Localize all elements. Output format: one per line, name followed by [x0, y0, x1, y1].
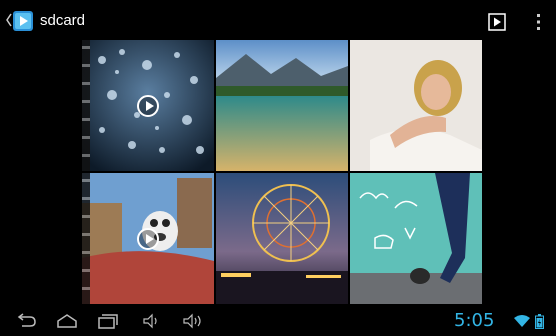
back-icon[interactable] [14, 312, 38, 330]
doodle-wall-thumbnail [350, 173, 482, 304]
battery-icon [535, 314, 544, 329]
system-navigation-bar: 5:05 [0, 306, 556, 336]
gallery-item-cartoon-bear[interactable] [82, 173, 214, 304]
home-icon[interactable] [55, 312, 79, 330]
recent-apps-icon[interactable] [96, 312, 120, 330]
woman-portrait-thumbnail [350, 40, 482, 171]
volume-up-icon[interactable] [180, 312, 204, 330]
overflow-menu-icon[interactable] [533, 12, 543, 32]
gallery-icon[interactable] [12, 10, 34, 32]
gallery-item-mountain-lake[interactable] [216, 40, 348, 171]
gallery-item-doodle-wall[interactable] [350, 173, 482, 304]
slideshow-icon[interactable] [488, 13, 506, 31]
gallery-item-woman-portrait[interactable] [350, 40, 482, 171]
mountain-lake-thumbnail [216, 40, 348, 171]
gallery-item-ferris-wheel[interactable] [216, 173, 348, 304]
play-icon[interactable] [137, 95, 159, 117]
wifi-icon [514, 315, 530, 327]
play-icon[interactable] [137, 228, 159, 250]
volume-down-icon[interactable] [140, 312, 164, 330]
page-title: sdcard [40, 12, 86, 29]
gallery-item-water-droplets[interactable] [82, 40, 214, 171]
status-clock[interactable]: 5:05 [454, 310, 494, 332]
film-strip-decoration [82, 173, 90, 304]
ferris-wheel-thumbnail [216, 173, 348, 304]
media-grid [82, 40, 482, 306]
action-bar: sdcard [0, 0, 556, 40]
film-strip-decoration [82, 40, 90, 171]
